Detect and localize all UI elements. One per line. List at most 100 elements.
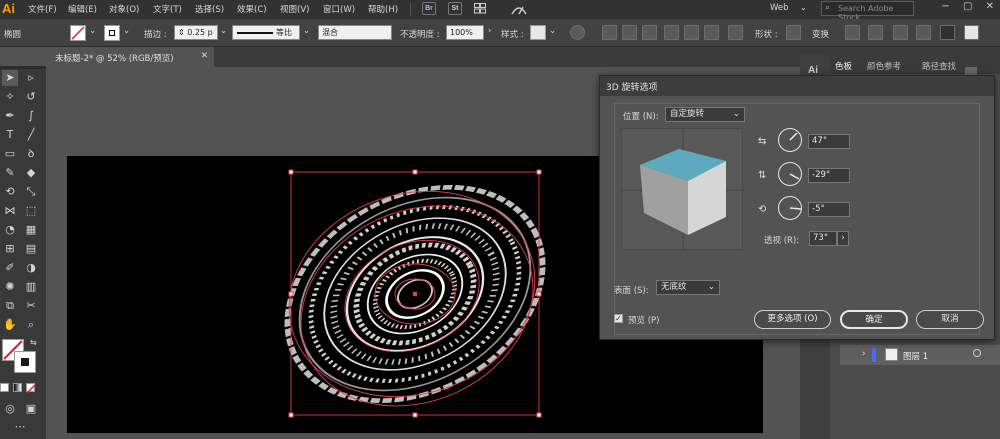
rotation-preview-track[interactable]	[621, 128, 744, 251]
width-tool-icon[interactable]: ⋈	[2, 203, 18, 219]
y-rotation-field[interactable]: -29°	[808, 168, 850, 183]
tab-pathfinder[interactable]: 路径查找	[922, 60, 956, 72]
blend-mode-dropdown[interactable]: 混合	[318, 25, 392, 40]
y-rotation-dial[interactable]	[778, 162, 802, 186]
lasso-tool-icon[interactable]: ↺	[23, 89, 39, 105]
arrange-panel-icon[interactable]	[940, 25, 955, 40]
mesh-tool-icon[interactable]: ⊞	[2, 241, 18, 257]
perspective-slider-toggle[interactable]: ›	[837, 231, 849, 246]
menu-type[interactable]: 文字(T)	[153, 3, 182, 15]
recolor-artwork-icon[interactable]	[570, 25, 585, 40]
align-left-icon[interactable]	[602, 25, 617, 40]
ok-button[interactable]: 确定	[840, 310, 908, 329]
x-rotation-dial[interactable]	[778, 128, 802, 152]
path-options-icon[interactable]	[893, 25, 908, 40]
layer-row[interactable]: › 图层 1	[840, 345, 1000, 365]
stock-button[interactable]: St	[448, 2, 462, 15]
rotate-tool-icon[interactable]: ⟲	[2, 184, 18, 200]
menu-view[interactable]: 视图(V)	[280, 3, 309, 15]
z-rotation-dial[interactable]	[778, 196, 802, 220]
column-graph-tool-icon[interactable]: ▥	[23, 279, 39, 295]
stroke-weight-field[interactable]: ⇕ 0.25 p	[174, 25, 218, 40]
line-tool-icon[interactable]: ╱	[23, 127, 39, 143]
tab-color-guide[interactable]: 颜色参考	[867, 60, 901, 72]
zoom-tool-icon[interactable]: ⌕	[23, 317, 39, 333]
menu-object[interactable]: 对象(O)	[109, 3, 139, 15]
swap-fill-stroke-icon[interactable]: ⇆	[30, 338, 37, 347]
gradient-mode-icon[interactable]	[13, 383, 22, 392]
shape-builder-tool-icon[interactable]: ◔	[2, 222, 18, 238]
close-icon[interactable]: ✕	[986, 1, 994, 12]
transform-link[interactable]: 变换	[812, 28, 829, 40]
align-right-icon[interactable]	[642, 25, 657, 40]
graphic-style-swatch[interactable]	[530, 25, 546, 40]
magic-wand-tool-icon[interactable]: ✧	[2, 89, 18, 105]
type-tool-icon[interactable]: T	[2, 127, 18, 143]
none-mode-icon[interactable]	[26, 383, 37, 394]
free-transform-tool-icon[interactable]: ⬚	[23, 203, 39, 219]
select-similar-icon[interactable]	[868, 25, 883, 40]
fill-swatch[interactable]	[70, 25, 86, 41]
align-center-icon[interactable]	[622, 25, 637, 40]
dialog-title[interactable]: 3D 旋转选项	[600, 76, 994, 96]
direct-selection-tool-icon[interactable]: ▹	[23, 70, 39, 86]
menu-select[interactable]: 选择(S)	[195, 3, 224, 15]
window-controls[interactable]: − ▢ ✕	[941, 1, 994, 12]
minimize-icon[interactable]: −	[941, 1, 949, 12]
slice-tool-icon[interactable]: ✂	[23, 298, 39, 314]
panel-scroll-up[interactable]	[965, 67, 977, 75]
search-stock-field[interactable]: ⌕ Search Adobe Stock	[821, 1, 914, 22]
stepper-icon[interactable]: ⇕	[178, 28, 185, 37]
cancel-button[interactable]: 取消	[916, 310, 984, 329]
menu-help[interactable]: 帮助(H)	[368, 3, 398, 15]
preview-checkbox[interactable]: ✓	[614, 314, 623, 323]
z-rotation-field[interactable]: -5°	[808, 202, 850, 217]
paintbrush-tool-icon[interactable]: ꝺ	[23, 146, 39, 162]
surface-dropdown[interactable]: 无底纹 ⌄	[656, 280, 720, 295]
chevron-down-icon[interactable]: ⌄	[303, 26, 310, 36]
menu-file[interactable]: 文件(F)	[28, 3, 57, 15]
stroke-color-swatch[interactable]	[14, 351, 36, 373]
tab-swatches[interactable]: 色板	[835, 60, 852, 72]
menu-effect[interactable]: 效果(C)	[237, 3, 267, 15]
selection-tool-icon[interactable]: ➤	[2, 70, 18, 86]
menu-edit[interactable]: 编辑(E)	[68, 3, 97, 15]
chevron-down-icon[interactable]: ⌄	[123, 26, 130, 36]
curvature-tool-icon[interactable]: ∫	[23, 108, 39, 124]
close-tab-icon[interactable]: ✕	[201, 51, 208, 61]
blend-tool-icon[interactable]: ◑	[23, 260, 39, 276]
document-tab[interactable]: 未标题-2* @ 52% (RGB/预览) ✕	[49, 47, 214, 67]
edit-toolbar-icon[interactable]: ⋯	[12, 419, 28, 435]
screen-mode-icon[interactable]: ▣	[23, 401, 39, 417]
chevron-down-icon[interactable]: ⌄	[89, 26, 96, 36]
menu-window[interactable]: 窗口(W)	[323, 3, 355, 15]
align-middle-icon[interactable]	[684, 25, 699, 40]
pen-tool-icon[interactable]: ✒	[2, 108, 18, 124]
chevron-right-icon[interactable]: ›	[488, 26, 491, 36]
eraser-tool-icon[interactable]: ◆	[23, 165, 39, 181]
more-options-button[interactable]: 更多选项 (O)	[754, 310, 831, 329]
opacity-field[interactable]: 100%	[446, 25, 484, 40]
isolate-group-icon[interactable]	[845, 25, 860, 40]
rectangle-tool-icon[interactable]: ▭	[2, 146, 18, 162]
gpu-performance-icon[interactable]	[510, 2, 528, 16]
layer-target-icon[interactable]	[973, 349, 981, 357]
pencil-tool-icon[interactable]: ✎	[2, 165, 18, 181]
scale-tool-icon[interactable]: ⤡	[23, 184, 39, 200]
chevron-down-icon[interactable]: ⌄	[800, 3, 807, 12]
gradient-tool-icon[interactable]: ▤	[23, 241, 39, 257]
chevron-down-icon[interactable]: ⌄	[220, 26, 227, 36]
stroke-swatch[interactable]	[104, 25, 120, 41]
perspective-field[interactable]: 73°	[809, 231, 837, 246]
shape-properties-icon[interactable]	[786, 25, 801, 40]
control-bar-menu-icon[interactable]	[964, 25, 979, 40]
workspace-switcher[interactable]: Web	[770, 3, 789, 13]
hand-tool-icon[interactable]: ✋	[2, 317, 18, 333]
arrange-documents-icon[interactable]	[474, 3, 486, 14]
rotation-cube[interactable]	[622, 129, 744, 251]
align-bottom-icon[interactable]	[704, 25, 719, 40]
bridge-button[interactable]: Br	[422, 2, 436, 15]
layer-expand-icon[interactable]: ›	[862, 349, 866, 359]
color-mode-icon[interactable]	[0, 383, 9, 392]
maximize-icon[interactable]: ▢	[963, 1, 972, 12]
